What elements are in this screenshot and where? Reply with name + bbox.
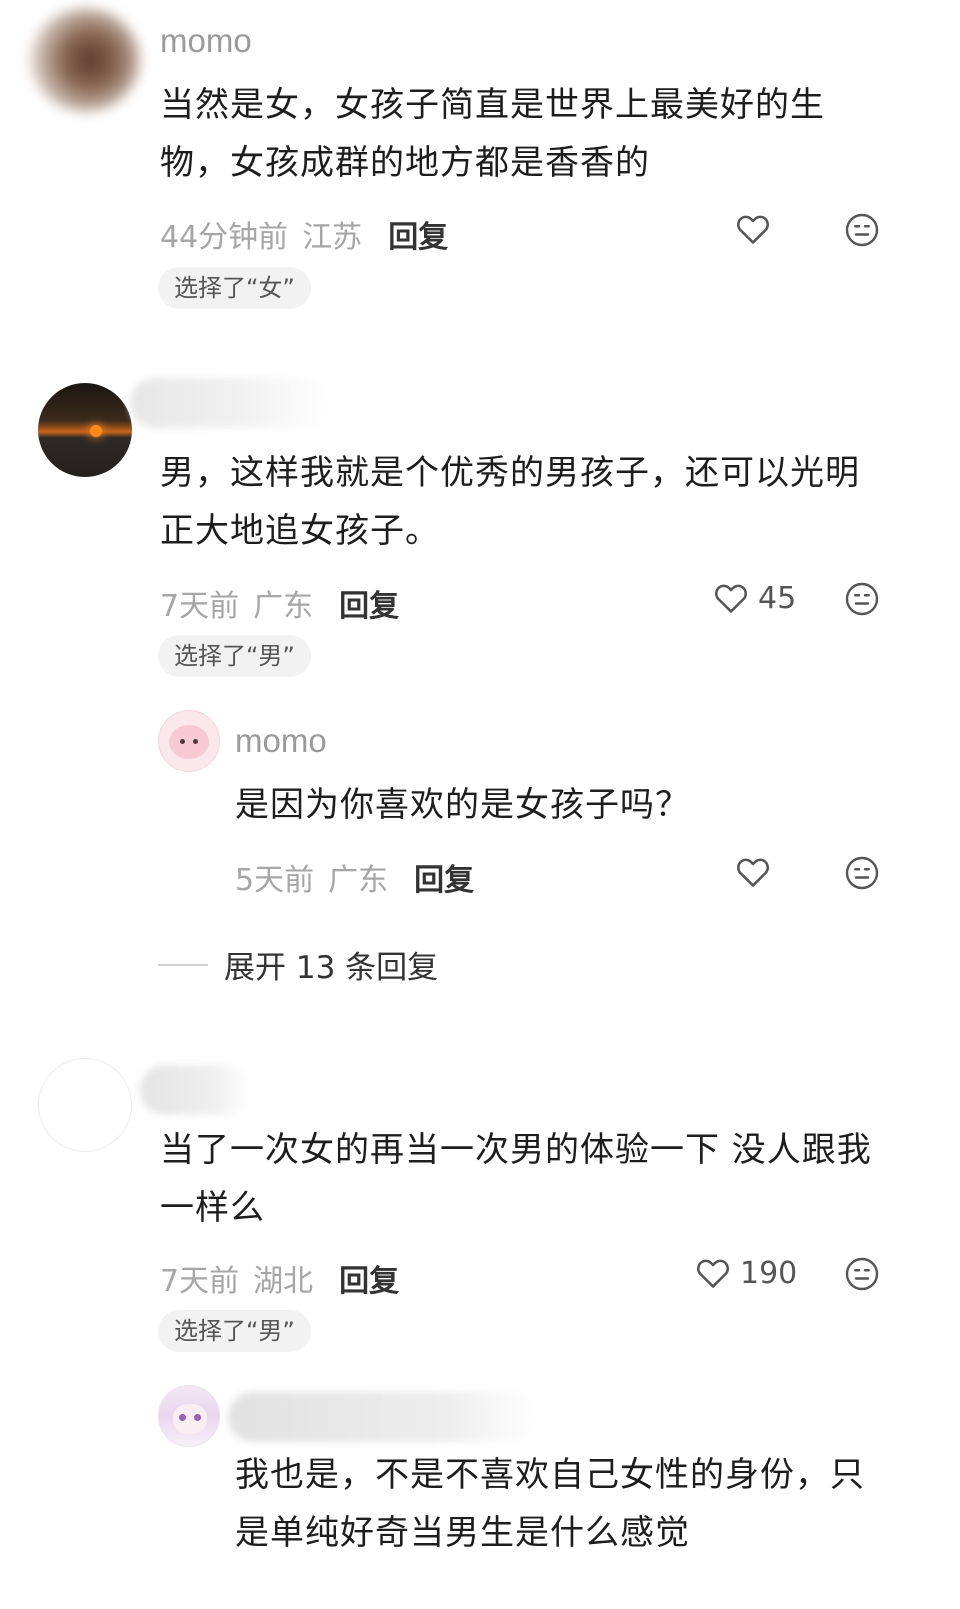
sun-icon <box>90 425 102 437</box>
comment-meta: 7天前 广东 回复 <box>160 581 399 625</box>
eye-dot <box>179 1414 186 1421</box>
expand-replies-button[interactable]: 展开 13 条回复 <box>158 942 438 987</box>
heart-outline-icon <box>737 215 769 244</box>
eye-dot <box>180 739 185 744</box>
username[interactable]: momo <box>160 22 252 60</box>
timestamp: 44分钟前 <box>160 220 289 255</box>
avatar[interactable] <box>38 383 132 477</box>
comment-text: 当了一次女的再当一次男的体验一下 没人跟我 一样么 <box>160 1121 940 1237</box>
reply-button[interactable]: 回复 <box>339 1256 399 1300</box>
region: 广东 <box>253 589 314 624</box>
like-button[interactable] <box>734 853 772 891</box>
divider-line <box>158 963 208 966</box>
like-button[interactable]: 45 <box>712 579 796 617</box>
reply-text: 是因为你喜欢的是女孩子吗？ <box>235 785 690 825</box>
meh-face-icon[interactable] <box>844 855 880 891</box>
comment-text-line: 物，女孩成群的地方都是香香的 <box>160 143 650 183</box>
username-blurred[interactable] <box>140 1065 250 1115</box>
comment-text: 当然是女，女孩子简直是世界上最美好的生 物，女孩成群的地方都是香香的 <box>160 76 920 192</box>
region: 湖北 <box>253 1264 314 1299</box>
heart-outline-icon <box>697 1259 729 1288</box>
username-blurred[interactable] <box>228 1392 538 1442</box>
reply-text-line: 是单纯好奇当男生是什么感觉 <box>235 1513 690 1553</box>
reply-meta: 5天前 广东 回复 <box>235 855 474 899</box>
comment-meta: 7天前 湖北 回复 <box>160 1256 399 1300</box>
timestamp: 5天前 <box>235 863 315 898</box>
heart-outline-icon <box>737 858 769 887</box>
region: 江苏 <box>302 220 363 255</box>
timestamp: 7天前 <box>160 589 240 624</box>
choice-tag: 选择了“男” <box>158 1310 311 1352</box>
choice-tag: 选择了“男” <box>158 635 311 677</box>
reply-button[interactable]: 回复 <box>414 855 474 899</box>
like-count: 190 <box>740 1255 798 1291</box>
heart-outline-icon <box>715 584 747 613</box>
comment-text-line: 正大地追女孩子。 <box>160 511 440 551</box>
comment-text-line: 当然是女，女孩子简直是世界上最美好的生 <box>160 85 825 125</box>
anime-face-icon <box>173 1404 207 1434</box>
like-button[interactable] <box>734 210 772 248</box>
reply-avatar[interactable] <box>158 1385 220 1447</box>
comment-text-line: 当了一次女的再当一次男的体验一下 没人跟我 <box>160 1130 872 1170</box>
reply-avatar[interactable] <box>158 710 220 772</box>
comment-meta: 44分钟前 江苏 回复 <box>160 212 448 256</box>
avatar[interactable] <box>30 8 140 112</box>
meh-face-icon[interactable] <box>844 212 880 248</box>
comment-text-line: 一样么 <box>160 1188 265 1228</box>
meh-face-icon[interactable] <box>844 1256 880 1292</box>
eye-dot <box>194 1414 201 1421</box>
region: 广东 <box>328 863 389 898</box>
cartoon-face-icon <box>169 725 209 759</box>
reply-text-line: 我也是，不是不喜欢自己女性的身份，只 <box>235 1455 865 1495</box>
comment-text-line: 男，这样我就是个优秀的男孩子，还可以光明 <box>160 453 860 493</box>
like-button[interactable]: 190 <box>694 1254 797 1292</box>
reply-text: 我也是，不是不喜欢自己女性的身份，只 是单纯好奇当男生是什么感觉 <box>235 1446 935 1562</box>
comment-text: 男，这样我就是个优秀的男孩子，还可以光明 正大地追女孩子。 <box>160 444 930 560</box>
eye-dot <box>193 739 198 744</box>
username-blurred[interactable] <box>130 378 330 428</box>
choice-tag: 选择了“女” <box>158 267 311 309</box>
avatar[interactable] <box>38 1058 132 1152</box>
like-count: 45 <box>758 580 797 616</box>
timestamp: 7天前 <box>160 1264 240 1299</box>
reply-button[interactable]: 回复 <box>388 212 448 256</box>
meh-face-icon[interactable] <box>844 581 880 617</box>
reply-button[interactable]: 回复 <box>339 581 399 625</box>
reply-username[interactable]: momo <box>235 722 327 760</box>
expand-replies-label: 展开 13 条回复 <box>224 950 439 986</box>
